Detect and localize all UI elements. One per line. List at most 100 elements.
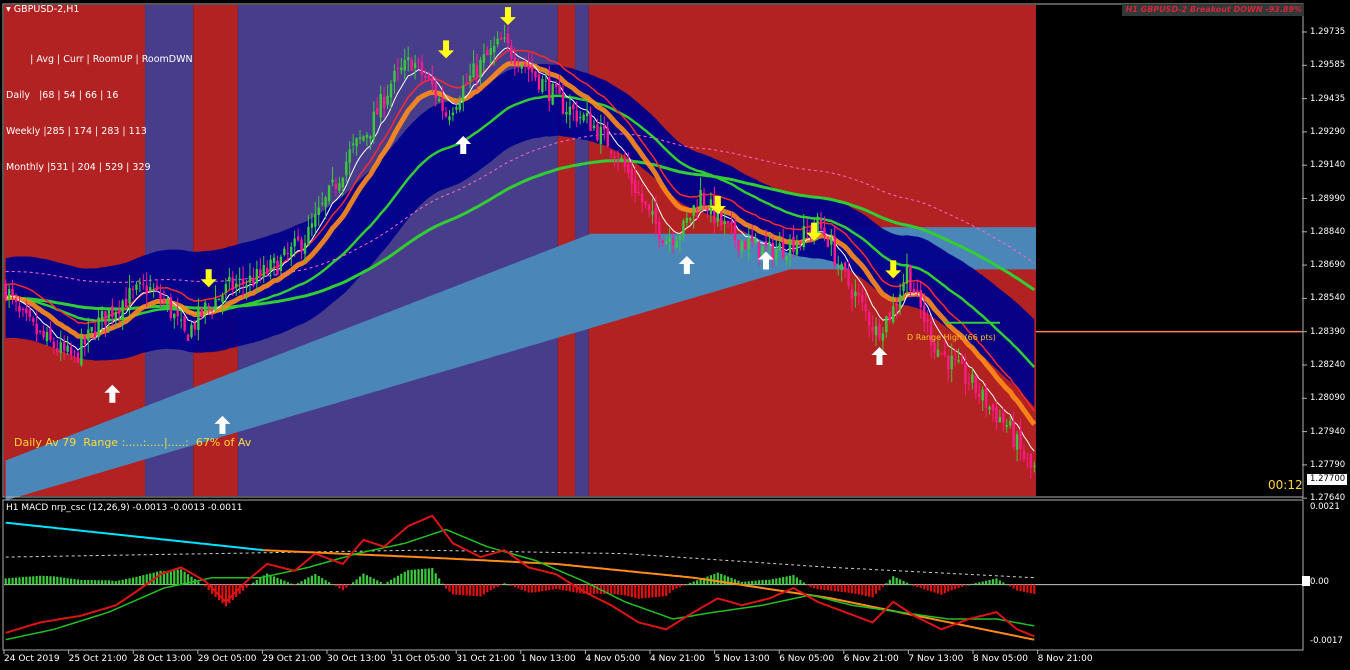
candle-body bbox=[527, 64, 530, 70]
candle-body bbox=[265, 267, 269, 274]
macd-histogram-bar bbox=[266, 573, 269, 585]
candle-body bbox=[269, 259, 272, 271]
macd-histogram-bar bbox=[400, 573, 403, 585]
candle-body bbox=[781, 241, 785, 258]
price-tick-label: 1.28840 bbox=[1310, 226, 1346, 237]
breakout-label: H1 GBPUSD-2 Breakout DOWN -93.89% bbox=[1122, 4, 1304, 16]
stats-row-weekly: Weekly |285 | 174 | 283 | 113 bbox=[6, 126, 147, 137]
macd-histogram-bar bbox=[954, 584, 957, 590]
candle-body bbox=[888, 312, 891, 321]
macd-histogram-bar bbox=[479, 584, 482, 597]
candle-body bbox=[348, 149, 351, 163]
macd-histogram-bar bbox=[634, 584, 637, 598]
candle-body bbox=[138, 282, 142, 284]
macd-histogram-bar bbox=[647, 584, 651, 598]
macd-histogram-bar bbox=[788, 575, 792, 585]
candle-body bbox=[898, 294, 902, 310]
time-tick-label: 6 Nov 05:00 bbox=[779, 654, 835, 664]
macd-histogram-bar bbox=[403, 571, 406, 585]
macd-histogram-bar bbox=[73, 579, 76, 585]
candle-body bbox=[909, 265, 912, 291]
macd-histogram-bar bbox=[104, 580, 107, 585]
candle-body bbox=[799, 242, 802, 244]
macd-histogram-bar bbox=[995, 578, 998, 585]
macd-histogram-bar bbox=[11, 577, 14, 585]
macd-histogram-bar bbox=[923, 584, 926, 590]
candle-body bbox=[513, 57, 517, 65]
macd-histogram-bar bbox=[816, 584, 819, 590]
macd-histogram-bar bbox=[940, 584, 943, 595]
candle-body bbox=[241, 278, 245, 285]
time-tick-label: 30 Oct 13:00 bbox=[327, 654, 386, 664]
candle-body bbox=[286, 252, 289, 254]
candle-body bbox=[104, 311, 107, 325]
macd-histogram-bar bbox=[1012, 584, 1015, 589]
time-tick-label: 4 Nov 05:00 bbox=[585, 654, 641, 664]
candle-body bbox=[28, 309, 31, 317]
candle-body bbox=[864, 304, 867, 311]
macd-histogram-bar bbox=[352, 582, 355, 585]
macd-histogram-bar bbox=[279, 579, 283, 585]
macd-histogram-bar bbox=[874, 584, 878, 594]
candle-body bbox=[861, 295, 864, 302]
macd-histogram-bar bbox=[630, 584, 633, 598]
candle-body bbox=[795, 243, 799, 255]
candle-body bbox=[510, 45, 513, 59]
time-tick-label: 1 Nov 13:00 bbox=[520, 654, 576, 664]
macd-histogram-bar bbox=[169, 570, 172, 585]
candle-body bbox=[38, 330, 42, 332]
macd-histogram-bar bbox=[988, 579, 991, 585]
candle-body bbox=[775, 249, 778, 260]
candle-body bbox=[517, 66, 520, 68]
macd-histogram-bar bbox=[327, 582, 331, 585]
macd-panel bbox=[4, 514, 1310, 641]
candle-body bbox=[214, 298, 217, 311]
candle-body bbox=[950, 355, 953, 370]
range-high-label: D Range High (66 pts) bbox=[907, 333, 996, 342]
macd-histogram-bar bbox=[49, 576, 52, 585]
macd-histogram-bar bbox=[376, 580, 379, 585]
macd-histogram-bar bbox=[255, 579, 258, 585]
price-tick-label: 1.29140 bbox=[1310, 160, 1346, 171]
macd-histogram-bar bbox=[806, 584, 809, 586]
macd-histogram-bar bbox=[427, 568, 430, 585]
candle-body bbox=[427, 75, 431, 79]
candle-body bbox=[998, 417, 1002, 423]
macd-histogram-bar bbox=[114, 581, 117, 585]
candle-body bbox=[788, 239, 792, 256]
macd-histogram-bar bbox=[231, 584, 234, 601]
stats-row-daily: Daily |68 | 54 | 66 | 16 bbox=[6, 90, 119, 101]
macd-histogram-bar bbox=[658, 584, 661, 597]
macd-histogram-bar bbox=[544, 584, 547, 591]
macd-histogram-bar bbox=[644, 584, 647, 599]
candle-body bbox=[768, 241, 771, 245]
stats-row-monthly: Monthly |531 | 204 | 529 | 329 bbox=[6, 162, 151, 173]
candle-body bbox=[867, 312, 871, 326]
macd-histogram-bar bbox=[14, 577, 18, 585]
candle-body bbox=[314, 214, 317, 227]
candle-body bbox=[379, 94, 382, 118]
macd-histogram-bar bbox=[778, 577, 781, 585]
macd-histogram-bar bbox=[348, 584, 351, 586]
macd-histogram-bar bbox=[819, 584, 823, 590]
candle-body bbox=[654, 207, 658, 224]
candle-body bbox=[155, 285, 159, 291]
macd-histogram-bar bbox=[45, 576, 49, 585]
macd-histogram-bar bbox=[757, 580, 761, 585]
macd-histogram-bar bbox=[410, 569, 413, 585]
macd-histogram-bar bbox=[561, 584, 565, 591]
macd-histogram-bar bbox=[365, 575, 369, 585]
symbol-title[interactable]: ▾ GBPUSD-2,H1 bbox=[6, 4, 79, 16]
candle-body bbox=[231, 277, 234, 290]
symbol-title-text: GBPUSD-2,H1 bbox=[13, 4, 80, 15]
macd-histogram-bar bbox=[190, 576, 193, 585]
macd-tick-label: -0.0017 bbox=[1310, 636, 1343, 646]
price-tick-label: 1.28390 bbox=[1310, 326, 1346, 337]
candle-body bbox=[940, 353, 943, 355]
candle-body bbox=[145, 285, 148, 294]
candle-body bbox=[396, 68, 400, 70]
macd-histogram-bar bbox=[438, 578, 441, 585]
candle-body bbox=[290, 246, 293, 257]
candle-body bbox=[303, 243, 307, 254]
macd-histogram-bar bbox=[616, 584, 620, 595]
